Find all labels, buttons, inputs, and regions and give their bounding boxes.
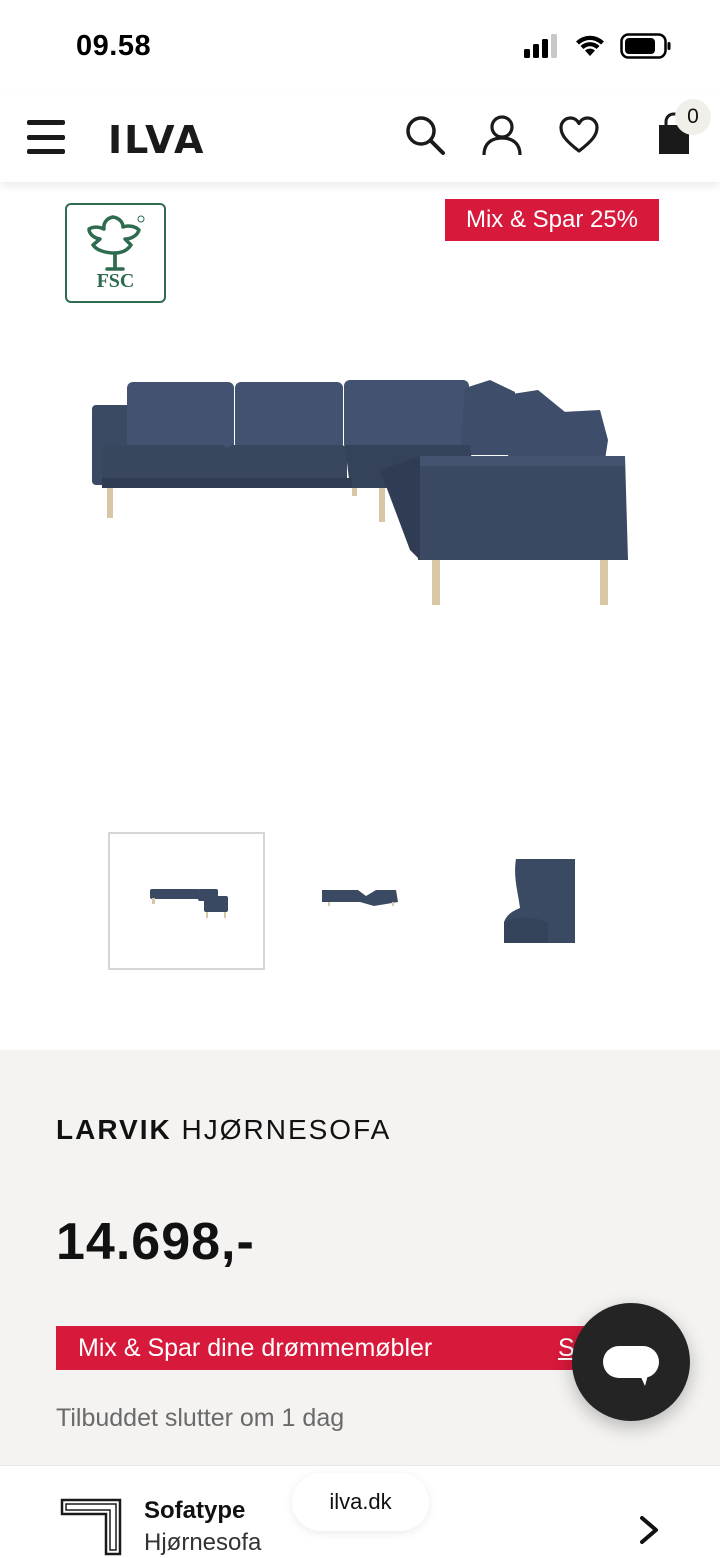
offer-countdown-text: Tilbuddet slutter om 1 dag xyxy=(56,1404,345,1432)
fsc-label: FSC xyxy=(96,270,135,292)
thumbnail-3[interactable] xyxy=(468,832,625,970)
ilva-logo[interactable]: ILVA xyxy=(108,118,205,162)
account-icon[interactable] xyxy=(481,114,523,156)
mix-spar-banner[interactable]: Mix & Spar dine drømmemøbler xyxy=(56,1326,626,1370)
thumbnail-sofa-front-image xyxy=(150,889,228,918)
mix-spar-promo-badge: Mix & Spar 25% xyxy=(445,199,659,241)
fsc-tree-icon xyxy=(87,215,145,271)
thumbnail-2[interactable] xyxy=(288,832,445,970)
corner-sofa-outline-icon xyxy=(60,1498,122,1556)
thumbnail-sofa-detail-image xyxy=(504,859,576,943)
chevron-right-icon[interactable] xyxy=(636,1514,662,1546)
status-bar: 09.58 xyxy=(0,0,720,92)
sofatype-label: Sofatype xyxy=(144,1497,246,1524)
cellular-signal-icon xyxy=(524,34,557,58)
product-price: 14.698,- xyxy=(56,1213,255,1271)
menu-button[interactable] xyxy=(27,120,65,154)
chat-bubble-icon xyxy=(603,1346,659,1386)
menu-icon-bar xyxy=(27,134,65,140)
product-image-corner-sofa[interactable] xyxy=(80,360,640,620)
product-title: LARVIK HJØRNESOFA xyxy=(56,1114,391,1146)
fsc-logo: FSC xyxy=(65,203,166,303)
cart-count-badge[interactable]: 0 xyxy=(675,99,711,135)
chat-button[interactable] xyxy=(572,1303,690,1421)
product-brand: LARVIK xyxy=(56,1114,172,1145)
product-name: HJØRNESOFA xyxy=(181,1114,392,1145)
menu-icon-bar xyxy=(27,149,65,154)
sofatype-value: Hjørnesofa xyxy=(144,1529,262,1556)
wifi-icon xyxy=(576,35,604,56)
status-icons xyxy=(524,33,672,59)
thumbnail-1[interactable] xyxy=(108,832,265,970)
wishlist-heart-icon[interactable] xyxy=(558,114,600,156)
status-time: 09.58 xyxy=(76,30,152,62)
menu-icon-bar xyxy=(27,120,65,125)
battery-icon xyxy=(620,33,671,59)
thumbnail-sofa-side-image xyxy=(322,890,398,906)
mix-spar-banner-text: Mix & Spar dine drømmemøbler xyxy=(78,1333,433,1362)
browser-url-pill[interactable]: ilva.dk xyxy=(292,1473,429,1531)
site-header: ILVA xyxy=(0,92,720,182)
search-icon[interactable] xyxy=(404,114,446,156)
